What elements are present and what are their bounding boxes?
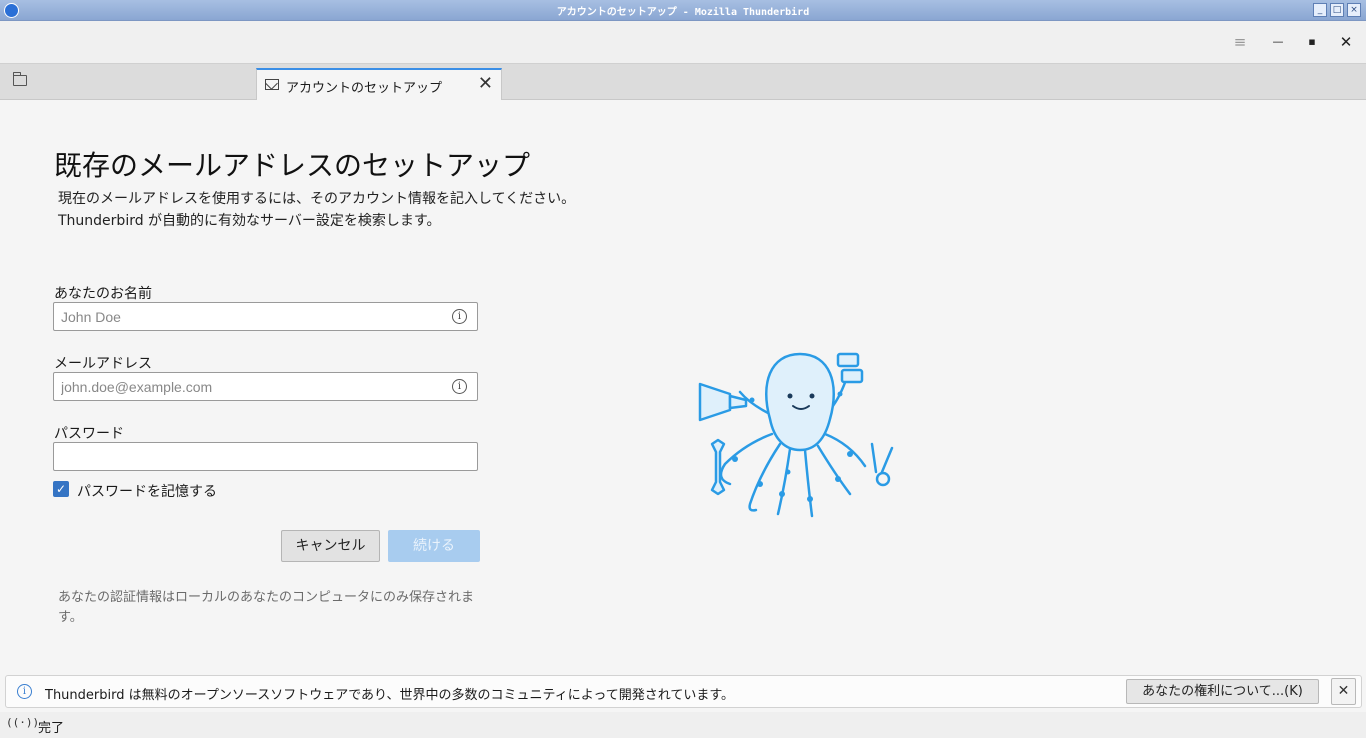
minimize-icon[interactable]: — (1268, 32, 1288, 52)
name-label: あなたのお名前 (54, 286, 152, 302)
window-titlebar: アカウントのセットアップ - Mozilla Thunderbird _ □ × (0, 0, 1366, 21)
page-title: 既存のメールアドレスのセットアップ (54, 149, 531, 182)
password-label: パスワード (54, 426, 124, 442)
credentials-note: あなたの認証情報はローカルのあなたのコンピュータにのみ保存されます。 (58, 590, 475, 625)
setup-description-line1: 現在のメールアドレスを使用するには、そのアカウント情報を記入してください。 (58, 191, 576, 207)
account-setup-content: 既存のメールアドレスのセットアップ 現在のメールアドレスを使用するには、そのアカ… (0, 100, 1366, 672)
maximize-icon[interactable]: ▪ (1302, 32, 1322, 52)
name-info-icon[interactable]: i (452, 309, 467, 324)
online-status-icon[interactable]: ((·)) (6, 716, 39, 729)
hamburger-menu-icon[interactable]: ≡ (1230, 32, 1250, 52)
info-icon: i (17, 684, 32, 699)
know-your-rights-button[interactable]: あなたの権利について...(K) (1126, 679, 1319, 704)
email-label: メールアドレス (54, 356, 152, 372)
tab-close-icon[interactable]: ✕ (478, 73, 493, 94)
status-text: 完了 (38, 721, 65, 736)
name-input[interactable] (54, 303, 477, 330)
notification-text: Thunderbird は無料のオープンソースソフトウェアであり、世界中の多数の… (45, 688, 735, 703)
window-maximize-button[interactable]: □ (1330, 3, 1344, 17)
tab-strip: アカウントのセットアップ ✕ (0, 64, 1366, 100)
window-minimize-button[interactable]: _ (1313, 3, 1327, 17)
email-field-container: i (53, 372, 478, 401)
setup-description: 現在のメールアドレスを使用するには、そのアカウント情報を記入してください。 Th… (58, 188, 575, 232)
cancel-button[interactable]: キャンセル (281, 530, 380, 562)
thunderbird-octopus-mascot (698, 352, 894, 518)
email-info-icon[interactable]: i (452, 379, 467, 394)
tab-account-setup[interactable]: アカウントのセットアップ ✕ (256, 68, 502, 100)
status-bar: ((·)) 完了 (0, 712, 1366, 738)
notification-bar: i Thunderbird は無料のオープンソースソフトウェアであり、世界中の多… (5, 675, 1362, 708)
close-icon[interactable]: ✕ (1336, 32, 1356, 52)
remember-password-checkbox[interactable]: ✓ (53, 481, 69, 497)
window-title: アカウントのセットアップ - Mozilla Thunderbird (556, 7, 810, 18)
mail-icon (265, 79, 279, 90)
password-input[interactable] (54, 443, 477, 470)
folder-icon[interactable] (12, 72, 27, 86)
password-field-container (53, 442, 478, 471)
window-close-button[interactable]: × (1347, 3, 1361, 17)
setup-description-line2: Thunderbird が自動的に有効なサーバー設定を検索します。 (58, 213, 441, 229)
name-field-container: i (53, 302, 478, 331)
main-toolbar: ≡ — ▪ ✕ (0, 21, 1366, 64)
continue-button[interactable]: 続ける (388, 530, 480, 562)
tab-label: アカウントのセットアップ (286, 81, 443, 96)
remember-password-label[interactable]: パスワードを記憶する (77, 481, 217, 501)
email-input[interactable] (54, 373, 477, 400)
notification-close-button[interactable]: ✕ (1331, 678, 1356, 705)
